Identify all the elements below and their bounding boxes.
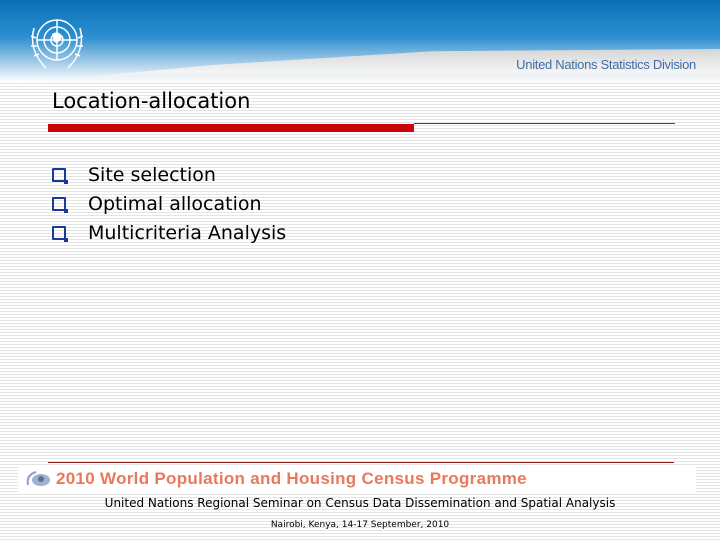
checkbox-bullet-icon — [52, 196, 68, 213]
bullet-text: Site selection — [88, 163, 216, 186]
footer-divider — [48, 462, 674, 463]
bullet-text: Optimal allocation — [88, 192, 262, 215]
title-underline-line — [414, 123, 675, 124]
place-date: Nairobi, Kenya, 14-17 September, 2010 — [270, 520, 450, 530]
un-emblem-icon — [30, 19, 84, 69]
list-item: Multicriteria Analysis — [52, 218, 286, 247]
list-item: Optimal allocation — [52, 189, 286, 218]
list-item: Site selection — [52, 160, 286, 189]
checkbox-bullet-icon — [52, 225, 68, 242]
seminar-title: United Nations Regional Seminar on Censu… — [104, 496, 616, 510]
slide-title: Location-allocation — [52, 89, 251, 113]
title-underline-bar — [48, 124, 414, 132]
organization-name: United Nations Statistics Division — [516, 57, 696, 72]
checkbox-bullet-icon — [52, 167, 68, 184]
census-logo-icon — [26, 471, 50, 486]
census-programme-banner: 2010 World Population and Housing Census… — [18, 466, 696, 492]
bullet-text: Multicriteria Analysis — [88, 221, 287, 244]
banner-text: 2010 World Population and Housing Census… — [56, 469, 527, 488]
bullet-list: Site selection Optimal allocation Multic… — [52, 160, 286, 247]
